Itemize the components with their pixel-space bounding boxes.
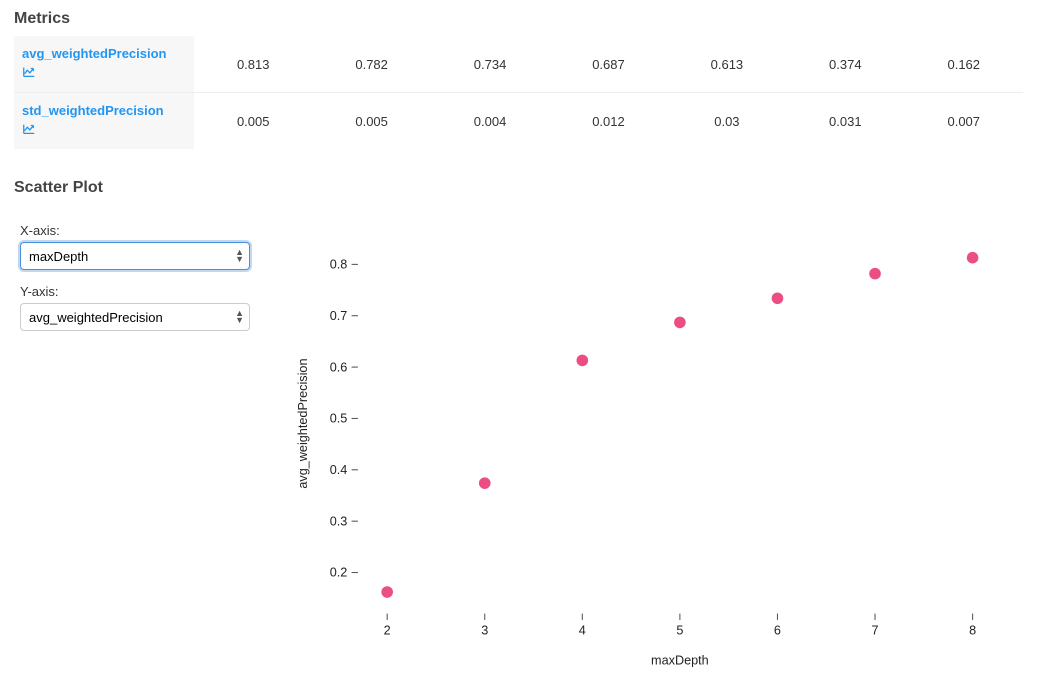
scatter-point <box>479 477 491 489</box>
metric-value-cell: 0.782 <box>312 36 430 93</box>
scatter-point <box>577 355 589 367</box>
scatter-point <box>869 268 881 280</box>
svg-text:0.7: 0.7 <box>330 309 348 323</box>
svg-text:3: 3 <box>481 624 488 638</box>
metric-value-cell: 0.012 <box>549 93 667 150</box>
scatter-point <box>772 292 784 304</box>
metrics-heading: Metrics <box>14 10 1023 28</box>
metric-name-cell[interactable]: avg_weightedPrecision <box>14 36 194 93</box>
metric-name: avg_weightedPrecision <box>22 46 167 61</box>
svg-text:4: 4 <box>579 624 586 638</box>
y-axis-select[interactable]: avg_weightedPrecision <box>20 303 250 331</box>
svg-text:0.4: 0.4 <box>330 463 348 477</box>
x-axis-select[interactable]: maxDepth <box>20 242 250 270</box>
metric-name-cell[interactable]: std_weightedPrecision <box>14 93 194 150</box>
svg-text:5: 5 <box>676 624 683 638</box>
chart-line-icon[interactable] <box>22 122 36 139</box>
metric-value-cell: 0.613 <box>668 36 786 93</box>
svg-text:7: 7 <box>872 624 879 638</box>
axis-controls: X-axis: maxDepth ▲▼ Y-axis: avg_weighted… <box>14 223 264 653</box>
svg-text:avg_weightedPrecision: avg_weightedPrecision <box>296 358 310 488</box>
scatter-point <box>674 317 686 329</box>
svg-text:0.3: 0.3 <box>330 514 348 528</box>
svg-text:2: 2 <box>384 624 391 638</box>
metric-value-cell: 0.374 <box>786 36 904 93</box>
metric-value-cell: 0.004 <box>431 93 549 150</box>
metric-value-cell: 0.007 <box>905 93 1023 150</box>
metric-value-cell: 0.734 <box>431 36 549 93</box>
scatter-heading: Scatter Plot <box>14 179 1023 197</box>
scatter-point <box>967 252 979 264</box>
svg-text:0.2: 0.2 <box>330 566 348 580</box>
x-axis-label: X-axis: <box>20 223 264 238</box>
metric-value-cell: 0.162 <box>905 36 1023 93</box>
metric-value-cell: 0.813 <box>194 36 312 93</box>
scatter-point <box>381 586 393 598</box>
metric-name: std_weightedPrecision <box>22 103 164 118</box>
table-row: std_weightedPrecision0.0050.0050.0040.01… <box>14 93 1023 150</box>
metric-value-cell: 0.031 <box>786 93 904 150</box>
scatter-plot-svg: 0.2 0.3 0.4 0.5 0.6 0.7 0.8 2 3 4 5 6 7 8 maxDepth avg_… <box>284 223 1023 677</box>
y-axis-label: Y-axis: <box>20 284 264 299</box>
svg-text:8: 8 <box>969 624 976 638</box>
metrics-table: avg_weightedPrecision 0.8130.7820.7340.68… <box>14 36 1023 149</box>
scatter-plot: 0.20.30.40.50.60.70.82345678maxDepthavg_… <box>284 223 1023 653</box>
svg-text:maxDepth: maxDepth <box>651 653 709 667</box>
table-row: avg_weightedPrecision 0.8130.7820.7340.68… <box>14 36 1023 93</box>
svg-text:0.8: 0.8 <box>330 258 348 272</box>
svg-text:6: 6 <box>774 624 781 638</box>
metric-value-cell: 0.03 <box>668 93 786 150</box>
metric-value-cell: 0.005 <box>194 93 312 150</box>
svg-text:0.5: 0.5 <box>330 412 348 426</box>
metric-value-cell: 0.005 <box>312 93 430 150</box>
metric-value-cell: 0.687 <box>549 36 667 93</box>
svg-text:0.6: 0.6 <box>330 360 348 374</box>
chart-line-icon[interactable] <box>22 65 36 82</box>
